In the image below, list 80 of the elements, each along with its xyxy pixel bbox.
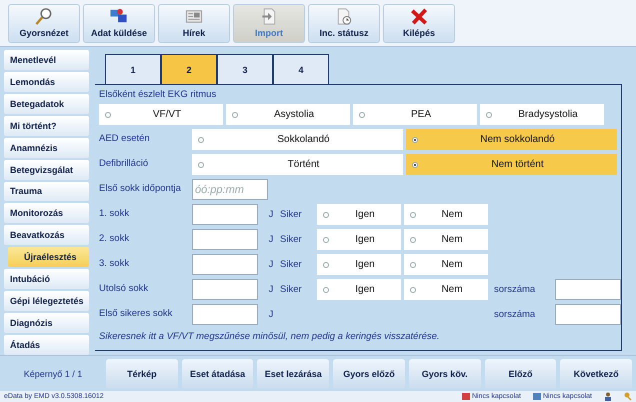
sidebar-item[interactable]: Diagnózis	[4, 313, 89, 333]
success-label: Siker	[280, 259, 303, 270]
radio-option[interactable]: Bradysystolia	[480, 104, 604, 125]
key-icon	[624, 392, 632, 401]
sidebar-item[interactable]: Betegadatok	[4, 94, 89, 114]
sidebar-item[interactable]: Mi történt?	[4, 116, 89, 136]
radio-option[interactable]: Nem	[404, 279, 488, 300]
unit-label: J	[268, 284, 274, 295]
unit-label: J	[268, 234, 274, 245]
number-field[interactable]	[555, 304, 621, 325]
nav-button[interactable]: Gyors köv.	[408, 358, 481, 388]
field-label: sorszáma	[494, 284, 536, 295]
sidebar-item[interactable]: Monitorozás	[4, 203, 89, 224]
sidebar-item[interactable]: Betegvizsgálat	[4, 160, 89, 180]
radio-option[interactable]: Igen	[317, 204, 401, 225]
energy-field[interactable]	[192, 229, 258, 250]
sidebar-item[interactable]: Gépi lélegeztetés	[4, 291, 89, 312]
nav-button[interactable]: Gyors előző	[333, 358, 405, 388]
sidebar-item[interactable]: Menetlevél	[4, 50, 89, 70]
close-icon	[409, 7, 429, 26]
tab[interactable]: 3	[217, 54, 273, 84]
user-icon	[604, 392, 612, 401]
search-icon	[34, 7, 54, 26]
note-text: Sikeresnek itt a VF/VT megszűnése minősül, nem pedig a keringés visszatérése.	[99, 331, 441, 342]
radio-option[interactable]: Igen	[317, 229, 401, 250]
radio-option[interactable]: Igen	[317, 279, 401, 300]
page-indicator: Képernyő 1 / 1	[22, 368, 84, 378]
radio-option[interactable]: Nem történt	[406, 154, 617, 175]
sidebar-item[interactable]: Beavatkozás	[4, 225, 89, 246]
field-label: AED esetén	[99, 134, 151, 145]
energy-field[interactable]	[192, 304, 258, 325]
section-label: Elsőként észlelt EKG ritmus	[99, 89, 218, 100]
sidebar-item[interactable]: Trauma	[4, 182, 89, 202]
nav-button[interactable]: Eset átadása	[182, 358, 254, 388]
nav-button[interactable]: Előző	[484, 358, 556, 388]
success-label: Siker	[280, 284, 303, 295]
field-label: Első sikeres sokk	[99, 309, 174, 320]
field-label: Defibrilláció	[99, 159, 150, 170]
field-label: Utolsó sokk	[99, 284, 150, 295]
energy-field[interactable]	[192, 204, 258, 225]
time-field[interactable]: óó:pp:mm	[192, 179, 268, 200]
radio-option[interactable]: Igen	[317, 254, 401, 275]
sidebar-item[interactable]: Lemondás	[4, 72, 89, 92]
radio-option[interactable]: Történt	[192, 154, 403, 175]
success-label: Siker	[280, 234, 303, 245]
sidebar-item[interactable]: Intubáció	[4, 269, 89, 290]
tab[interactable]: 1	[105, 54, 161, 84]
radio-option[interactable]: Nem sokkolandó	[406, 129, 617, 150]
radio-option[interactable]: Nem	[404, 204, 488, 225]
radio-option[interactable]: Asystolia	[226, 104, 350, 125]
radio-option[interactable]: VF/VT	[99, 104, 223, 125]
toolbar-button[interactable]: Hírek	[158, 4, 230, 43]
radio-option[interactable]: Nem	[404, 254, 488, 275]
energy-field[interactable]	[192, 279, 258, 300]
field-label: 2. sokk	[99, 234, 130, 245]
sidebar-item[interactable]: Anamnézis	[4, 138, 89, 158]
toolbar-button[interactable]: Kilépés	[383, 4, 455, 43]
sidebar-item[interactable]: Újraélesztés	[8, 247, 89, 268]
nav-button[interactable]: Eset lezárása	[257, 358, 330, 388]
unit-label: J	[268, 259, 274, 270]
nav-button[interactable]: Következő	[560, 358, 632, 388]
tab[interactable]: 2	[161, 54, 217, 84]
unit-label: J	[268, 209, 274, 220]
energy-field[interactable]	[192, 254, 258, 275]
toolbar-button[interactable]: Gyorsnézet	[8, 4, 80, 43]
nav-button[interactable]: Térkép	[106, 358, 178, 388]
field-label: Első sokk időpontja	[99, 184, 182, 195]
field-label: sorszáma	[494, 309, 536, 320]
tab[interactable]: 4	[273, 54, 329, 84]
unit-label: J	[268, 309, 274, 320]
radio-option[interactable]: Nem	[404, 229, 488, 250]
field-label: 3. sokk	[99, 259, 130, 270]
toolbar-button[interactable]: Inc. státusz	[308, 4, 380, 43]
radio-option[interactable]: Sokkolandó	[192, 129, 403, 150]
success-label: Siker	[280, 209, 303, 220]
radio-option[interactable]: PEA	[353, 104, 477, 125]
field-label: 1. sokk	[99, 209, 130, 220]
sidebar-item[interactable]: Átadás	[4, 334, 89, 355]
toolbar-button[interactable]: Adat küldése	[83, 4, 155, 43]
number-field[interactable]	[555, 279, 621, 300]
